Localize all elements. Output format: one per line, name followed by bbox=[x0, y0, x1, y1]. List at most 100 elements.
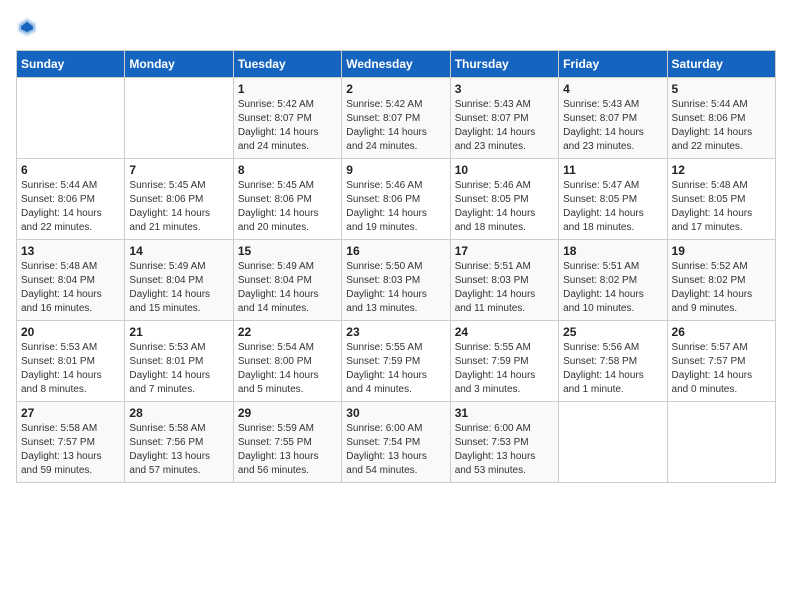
day-info: Sunrise: 5:48 AM Sunset: 8:04 PM Dayligh… bbox=[21, 260, 120, 316]
cell-w1-d6: 4 Sunrise: 5:43 AM Sunset: 8:07 PM Daylig… bbox=[559, 78, 667, 159]
day-number: 20 bbox=[21, 325, 120, 339]
day-info: Sunrise: 5:57 AM Sunset: 7:57 PM Dayligh… bbox=[672, 341, 771, 397]
day-info: Sunrise: 6:00 AM Sunset: 7:53 PM Dayligh… bbox=[455, 422, 554, 478]
day-number: 22 bbox=[238, 325, 337, 339]
day-number: 6 bbox=[21, 163, 120, 177]
day-info: Sunrise: 5:49 AM Sunset: 8:04 PM Dayligh… bbox=[238, 260, 337, 316]
cell-w2-d3: 8 Sunrise: 5:45 AM Sunset: 8:06 PM Daylig… bbox=[233, 159, 341, 240]
week-row-5: 27Sunrise: 5:58 AM Sunset: 7:57 PM Dayli… bbox=[17, 402, 776, 483]
day-number: 16 bbox=[346, 244, 445, 258]
cell-w3-d1: 13 Sunrise: 5:48 AM Sunset: 8:04 PM Dayli… bbox=[17, 240, 125, 321]
cell-w4-d3: 22Sunrise: 5:54 AM Sunset: 8:00 PM Dayli… bbox=[233, 321, 341, 402]
day-number: 26 bbox=[672, 325, 771, 339]
cell-w5-d2: 28 Sunrise: 5:58 AM Sunset: 7:56 PM Dayli… bbox=[125, 402, 233, 483]
col-wednesday: Wednesday bbox=[342, 51, 450, 78]
day-number: 2 bbox=[346, 82, 445, 96]
day-number: 4 bbox=[563, 82, 662, 96]
cell-w4-d7: 26 Sunrise: 5:57 AM Sunset: 7:57 PM Dayli… bbox=[667, 321, 775, 402]
cell-w5-d6 bbox=[559, 402, 667, 483]
day-info: Sunrise: 5:46 AM Sunset: 8:06 PM Dayligh… bbox=[346, 179, 445, 235]
cell-w4-d2: 21Sunrise: 5:53 AM Sunset: 8:01 PM Dayli… bbox=[125, 321, 233, 402]
cell-w5-d4: 30Sunrise: 6:00 AM Sunset: 7:54 PM Dayli… bbox=[342, 402, 450, 483]
cell-w2-d7: 12 Sunrise: 5:48 AM Sunset: 8:05 PM Dayli… bbox=[667, 159, 775, 240]
day-number: 10 bbox=[455, 163, 554, 177]
day-info: Sunrise: 5:51 AM Sunset: 8:02 PM Dayligh… bbox=[563, 260, 662, 316]
cell-w2-d6: 11 Sunrise: 5:47 AM Sunset: 8:05 PM Dayli… bbox=[559, 159, 667, 240]
day-info: Sunrise: 5:43 AM Sunset: 8:07 PM Dayligh… bbox=[563, 98, 662, 154]
day-number: 31 bbox=[455, 406, 554, 420]
day-info: Sunrise: 6:00 AM Sunset: 7:54 PM Dayligh… bbox=[346, 422, 445, 478]
cell-w1-d1 bbox=[17, 78, 125, 159]
day-number: 24 bbox=[455, 325, 554, 339]
cell-w3-d2: 14Sunrise: 5:49 AM Sunset: 8:04 PM Dayli… bbox=[125, 240, 233, 321]
col-thursday: Thursday bbox=[450, 51, 558, 78]
day-info: Sunrise: 5:59 AM Sunset: 7:55 PM Dayligh… bbox=[238, 422, 337, 478]
header-row: Sunday Monday Tuesday Wednesday Thursday… bbox=[17, 51, 776, 78]
day-number: 3 bbox=[455, 82, 554, 96]
cell-w1-d2 bbox=[125, 78, 233, 159]
cell-w5-d7 bbox=[667, 402, 775, 483]
cell-w5-d5: 31 Sunrise: 6:00 AM Sunset: 7:53 PM Dayli… bbox=[450, 402, 558, 483]
cell-w1-d7: 5 Sunrise: 5:44 AM Sunset: 8:06 PM Daylig… bbox=[667, 78, 775, 159]
day-number: 28 bbox=[129, 406, 228, 420]
logo-icon bbox=[16, 16, 38, 38]
cell-w1-d4: 2 Sunrise: 5:42 AM Sunset: 8:07 PM Daylig… bbox=[342, 78, 450, 159]
day-info: Sunrise: 5:44 AM Sunset: 8:06 PM Dayligh… bbox=[672, 98, 771, 154]
day-info: Sunrise: 5:56 AM Sunset: 7:58 PM Dayligh… bbox=[563, 341, 662, 397]
day-info: Sunrise: 5:52 AM Sunset: 8:02 PM Dayligh… bbox=[672, 260, 771, 316]
cell-w2-d5: 10 Sunrise: 5:46 AM Sunset: 8:05 PM Dayli… bbox=[450, 159, 558, 240]
cell-w3-d6: 18Sunrise: 5:51 AM Sunset: 8:02 PM Dayli… bbox=[559, 240, 667, 321]
day-number: 13 bbox=[21, 244, 120, 258]
day-info: Sunrise: 5:47 AM Sunset: 8:05 PM Dayligh… bbox=[563, 179, 662, 235]
day-number: 1 bbox=[238, 82, 337, 96]
calendar-body: 1 Sunrise: 5:42 AM Sunset: 8:07 PM Daylig… bbox=[17, 78, 776, 483]
cell-w5-d3: 29 Sunrise: 5:59 AM Sunset: 7:55 PM Dayli… bbox=[233, 402, 341, 483]
day-number: 19 bbox=[672, 244, 771, 258]
logo bbox=[16, 16, 42, 38]
cell-w4-d6: 25 Sunrise: 5:56 AM Sunset: 7:58 PM Dayli… bbox=[559, 321, 667, 402]
day-info: Sunrise: 5:42 AM Sunset: 8:07 PM Dayligh… bbox=[346, 98, 445, 154]
calendar-header: Sunday Monday Tuesday Wednesday Thursday… bbox=[17, 51, 776, 78]
cell-w4-d1: 20Sunrise: 5:53 AM Sunset: 8:01 PM Dayli… bbox=[17, 321, 125, 402]
day-number: 15 bbox=[238, 244, 337, 258]
day-number: 17 bbox=[455, 244, 554, 258]
cell-w3-d7: 19 Sunrise: 5:52 AM Sunset: 8:02 PM Dayli… bbox=[667, 240, 775, 321]
day-info: Sunrise: 5:44 AM Sunset: 8:06 PM Dayligh… bbox=[21, 179, 120, 235]
col-tuesday: Tuesday bbox=[233, 51, 341, 78]
day-info: Sunrise: 5:55 AM Sunset: 7:59 PM Dayligh… bbox=[455, 341, 554, 397]
day-info: Sunrise: 5:50 AM Sunset: 8:03 PM Dayligh… bbox=[346, 260, 445, 316]
cell-w2-d4: 9 Sunrise: 5:46 AM Sunset: 8:06 PM Daylig… bbox=[342, 159, 450, 240]
cell-w3-d3: 15 Sunrise: 5:49 AM Sunset: 8:04 PM Dayli… bbox=[233, 240, 341, 321]
day-number: 29 bbox=[238, 406, 337, 420]
day-info: Sunrise: 5:48 AM Sunset: 8:05 PM Dayligh… bbox=[672, 179, 771, 235]
col-saturday: Saturday bbox=[667, 51, 775, 78]
day-info: Sunrise: 5:49 AM Sunset: 8:04 PM Dayligh… bbox=[129, 260, 228, 316]
day-info: Sunrise: 5:46 AM Sunset: 8:05 PM Dayligh… bbox=[455, 179, 554, 235]
day-info: Sunrise: 5:58 AM Sunset: 7:56 PM Dayligh… bbox=[129, 422, 228, 478]
week-row-3: 13 Sunrise: 5:48 AM Sunset: 8:04 PM Dayli… bbox=[17, 240, 776, 321]
col-monday: Monday bbox=[125, 51, 233, 78]
day-info: Sunrise: 5:55 AM Sunset: 7:59 PM Dayligh… bbox=[346, 341, 445, 397]
day-info: Sunrise: 5:43 AM Sunset: 8:07 PM Dayligh… bbox=[455, 98, 554, 154]
day-number: 5 bbox=[672, 82, 771, 96]
calendar-table: Sunday Monday Tuesday Wednesday Thursday… bbox=[16, 50, 776, 483]
day-number: 9 bbox=[346, 163, 445, 177]
day-number: 11 bbox=[563, 163, 662, 177]
col-sunday: Sunday bbox=[17, 51, 125, 78]
day-number: 21 bbox=[129, 325, 228, 339]
cell-w5-d1: 27Sunrise: 5:58 AM Sunset: 7:57 PM Dayli… bbox=[17, 402, 125, 483]
day-number: 8 bbox=[238, 163, 337, 177]
page-header bbox=[16, 16, 776, 38]
cell-w3-d5: 17Sunrise: 5:51 AM Sunset: 8:03 PM Dayli… bbox=[450, 240, 558, 321]
day-number: 12 bbox=[672, 163, 771, 177]
day-info: Sunrise: 5:42 AM Sunset: 8:07 PM Dayligh… bbox=[238, 98, 337, 154]
cell-w2-d1: 6 Sunrise: 5:44 AM Sunset: 8:06 PM Daylig… bbox=[17, 159, 125, 240]
week-row-1: 1 Sunrise: 5:42 AM Sunset: 8:07 PM Daylig… bbox=[17, 78, 776, 159]
day-info: Sunrise: 5:45 AM Sunset: 8:06 PM Dayligh… bbox=[238, 179, 337, 235]
day-number: 25 bbox=[563, 325, 662, 339]
day-info: Sunrise: 5:45 AM Sunset: 8:06 PM Dayligh… bbox=[129, 179, 228, 235]
day-number: 23 bbox=[346, 325, 445, 339]
col-friday: Friday bbox=[559, 51, 667, 78]
cell-w4-d5: 24 Sunrise: 5:55 AM Sunset: 7:59 PM Dayli… bbox=[450, 321, 558, 402]
cell-w1-d5: 3 Sunrise: 5:43 AM Sunset: 8:07 PM Daylig… bbox=[450, 78, 558, 159]
